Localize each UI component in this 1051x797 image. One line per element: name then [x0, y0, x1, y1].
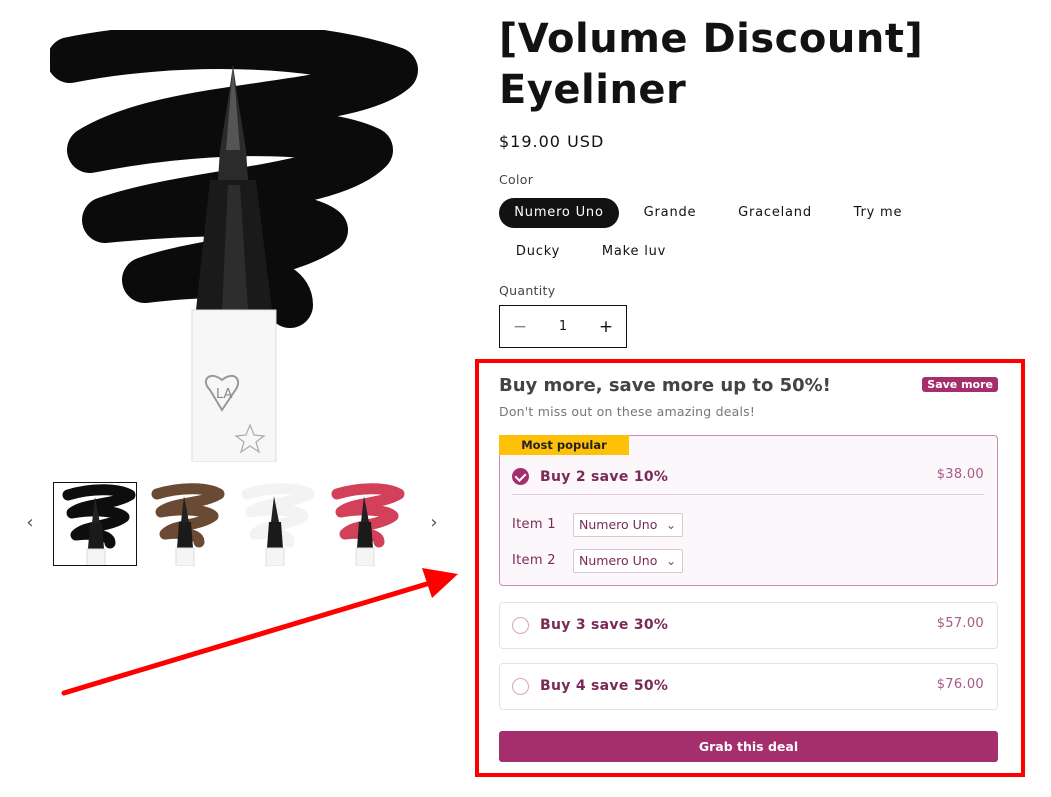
- radio-checked-icon[interactable]: [512, 468, 529, 485]
- color-option-numero-uno[interactable]: Numero Uno: [499, 198, 619, 228]
- item-1-variant-value: Numero Uno: [579, 517, 658, 532]
- increase-quantity-button[interactable]: +: [586, 317, 626, 337]
- tier-label: Buy 3 save 30%: [540, 617, 669, 633]
- tier-label: Buy 2 save 10%: [540, 469, 669, 485]
- bundle-tier-buy-4[interactable]: Buy 4 save 50% $76.00: [499, 663, 998, 710]
- bundle-subheading: Don't miss out on these amazing deals!: [499, 404, 756, 419]
- grab-deal-button[interactable]: Grab this deal: [499, 731, 998, 762]
- quantity-label: Quantity: [499, 283, 556, 298]
- chevron-down-icon: ⌄: [665, 554, 676, 568]
- tier-price: $76.00: [936, 677, 984, 692]
- tier-price: $57.00: [936, 616, 984, 631]
- bundle-tier-buy-3[interactable]: Buy 3 save 30% $57.00: [499, 602, 998, 649]
- thumbnail-black[interactable]: [53, 482, 137, 566]
- tier-divider: [512, 494, 984, 495]
- thumbnail-white[interactable]: [233, 482, 317, 566]
- product-price: $19.00 USD: [499, 132, 605, 151]
- chevron-left-icon[interactable]: ‹: [20, 512, 40, 533]
- color-option-grande[interactable]: Grande: [630, 198, 710, 228]
- item-2-label: Item 2: [512, 553, 556, 568]
- thumbnail-red[interactable]: [323, 482, 407, 566]
- color-option-try-me[interactable]: Try me: [840, 198, 916, 228]
- eyeliner-swatch-image: LA: [50, 30, 418, 462]
- thumbnail-brown[interactable]: [143, 482, 227, 566]
- color-option-graceland[interactable]: Graceland: [725, 198, 825, 228]
- color-label: Color: [499, 172, 534, 187]
- thumbnail-strip: ‹ ›: [20, 482, 450, 568]
- chevron-right-icon[interactable]: ›: [424, 512, 444, 533]
- radio-unchecked-icon[interactable]: [512, 678, 529, 695]
- bundle-heading: Buy more, save more up to 50%!: [499, 375, 831, 396]
- chevron-down-icon: ⌄: [665, 518, 676, 532]
- item-1-variant-select[interactable]: Numero Uno ⌄: [573, 513, 683, 537]
- item-2-variant-select[interactable]: Numero Uno ⌄: [573, 549, 683, 573]
- quantity-stepper: − 1 +: [499, 305, 627, 348]
- most-popular-tag: Most popular: [499, 435, 629, 455]
- decrease-quantity-button[interactable]: −: [500, 317, 540, 337]
- item-1-label: Item 1: [512, 517, 556, 532]
- tier-price: $38.00: [936, 467, 984, 482]
- quantity-input[interactable]: 1: [543, 319, 583, 334]
- radio-unchecked-icon[interactable]: [512, 617, 529, 634]
- save-more-badge: Save more: [922, 377, 998, 392]
- color-option-make-luv[interactable]: Make luv: [590, 237, 678, 267]
- color-option-ducky[interactable]: Ducky: [499, 237, 577, 267]
- logo-text: LA: [216, 387, 233, 402]
- item-2-variant-value: Numero Uno: [579, 553, 658, 568]
- bundle-tier-buy-2[interactable]: Most popular Buy 2 save 10% $38.00 Item …: [499, 435, 998, 586]
- product-title: [Volume Discount] Eyeliner: [499, 16, 924, 113]
- tier-label: Buy 4 save 50%: [540, 678, 669, 694]
- product-main-image[interactable]: LA: [50, 30, 420, 462]
